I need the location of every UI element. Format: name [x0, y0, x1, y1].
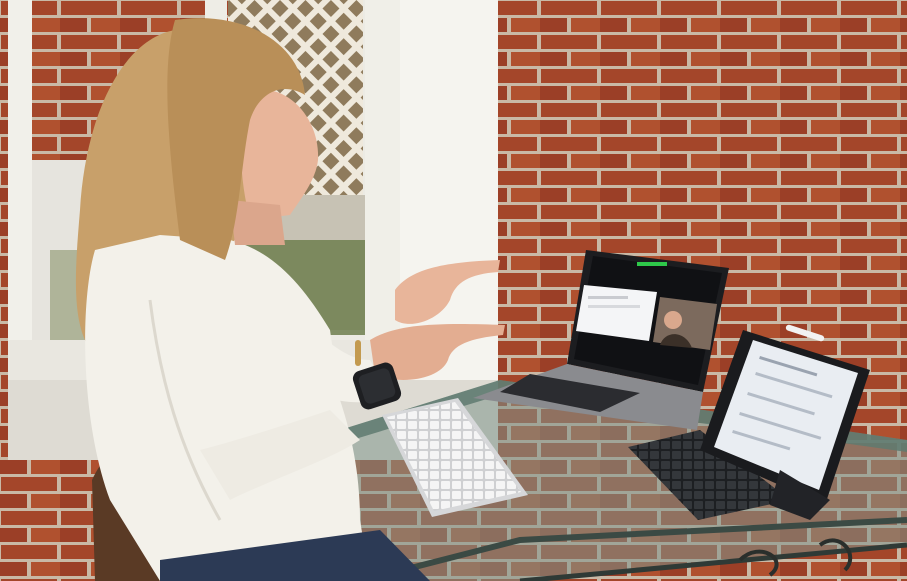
photo-scene: [0, 0, 907, 581]
photo-illustration: [0, 0, 907, 581]
